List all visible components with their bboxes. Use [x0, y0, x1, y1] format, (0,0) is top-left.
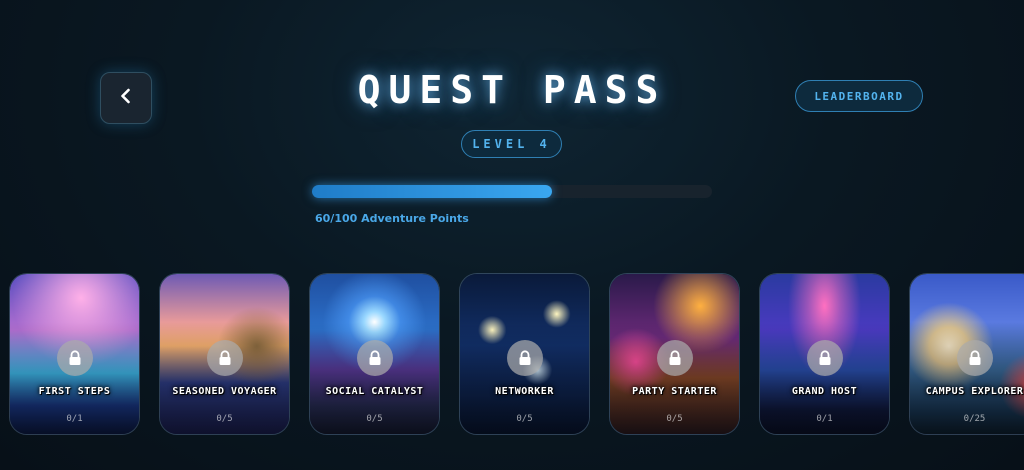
quest-card-title: SOCIAL CATALYST — [325, 386, 424, 397]
lock-icon — [956, 340, 993, 376]
quest-card-progress: 0/25 — [963, 414, 986, 424]
quest-card-networker[interactable]: NETWORKER 0/5 — [459, 273, 590, 435]
quest-card-party-starter[interactable]: PARTY STARTER 0/5 — [609, 273, 740, 435]
quest-card-title: NETWORKER — [495, 386, 554, 397]
quest-card-progress: 0/5 — [666, 414, 683, 424]
progress-label: 60/100 Adventure Points — [315, 212, 469, 225]
leaderboard-button[interactable]: LEADERBOARD — [795, 80, 923, 112]
quest-card-title: FIRST STEPS — [38, 386, 111, 397]
quest-card-progress: 0/1 — [816, 414, 833, 424]
progress-bar-fill — [312, 185, 552, 198]
lock-icon — [656, 340, 693, 376]
quest-card-title: PARTY STARTER — [632, 386, 717, 397]
lock-icon — [506, 340, 543, 376]
lock-icon — [806, 340, 843, 376]
quest-card-title: GRAND HOST — [791, 386, 858, 397]
quest-card-social-catalyst[interactable]: SOCIAL CATALYST 0/5 — [309, 273, 440, 435]
quest-card-progress: 0/5 — [516, 414, 533, 424]
quest-card-grand-host[interactable]: GRAND HOST 0/1 — [759, 273, 890, 435]
quest-card-title: SEASONED VOYAGER — [172, 386, 277, 397]
quest-card-progress: 0/5 — [216, 414, 233, 424]
quest-card-first-steps[interactable]: FIRST STEPS 0/1 — [9, 273, 140, 435]
quest-card-progress: 0/1 — [66, 414, 83, 424]
quest-card-progress: 0/5 — [366, 414, 383, 424]
quest-card-title: CAMPUS EXPLORER — [925, 386, 1024, 397]
lock-icon — [206, 340, 243, 376]
lock-icon — [356, 340, 393, 376]
lock-icon — [56, 340, 93, 376]
level-badge: LEVEL 4 — [461, 130, 562, 158]
quest-card-campus-explorer[interactable]: CAMPUS EXPLORER 0/25 — [909, 273, 1024, 435]
progress-bar — [312, 185, 712, 198]
quest-card-seasoned-voyager[interactable]: SEASONED VOYAGER 0/5 — [159, 273, 290, 435]
